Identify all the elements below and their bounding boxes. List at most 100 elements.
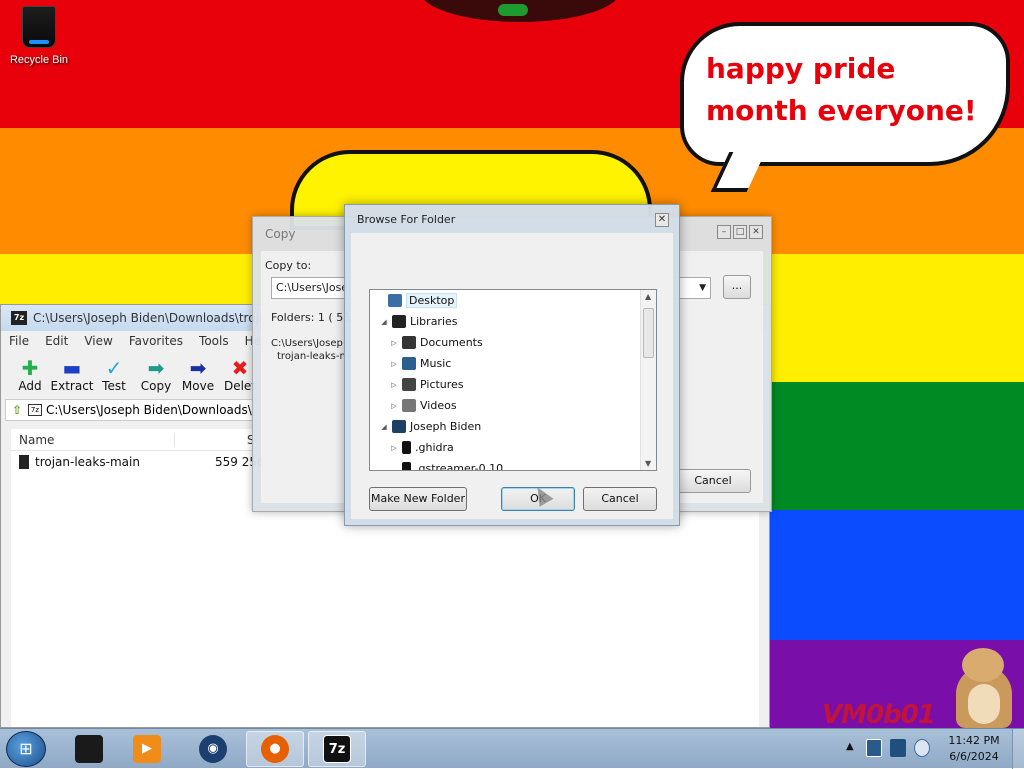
clock-date: 6/6/2024 xyxy=(949,750,999,763)
network-icon[interactable] xyxy=(890,739,906,757)
tree-twisty[interactable]: ▷ xyxy=(388,444,400,452)
tree-twisty[interactable]: ▷ xyxy=(388,360,400,368)
taskbar-item-media-player[interactable]: ▶ xyxy=(118,731,176,767)
tree-item-documents[interactable]: ▷ Documents xyxy=(388,332,483,353)
tree-item-label: Videos xyxy=(420,399,457,412)
copy-window-buttons: – □ ✕ xyxy=(717,225,763,239)
desktop: Recycle Bin happy pride month everyone! … xyxy=(0,0,1024,728)
security-shield-icon[interactable] xyxy=(866,739,882,757)
extract-button[interactable]: ▬ Extract xyxy=(50,351,94,399)
tree-item-label: Joseph Biden xyxy=(410,420,482,433)
tree-twisty[interactable]: ▷ xyxy=(388,339,400,347)
browse-for-folder-dialog: Browse For Folder ✕ Desktop ◢ Libraries … xyxy=(344,204,680,526)
music-icon xyxy=(402,357,416,370)
watermark-text: VM0b01 xyxy=(822,700,936,728)
taskbar: ⊞ ▶ ◉ ● 7z ▲ 11:42 PM 6/6/2024 xyxy=(0,728,1024,769)
copy-label: Copy xyxy=(140,379,172,393)
tree-item-label: .ghidra xyxy=(415,441,454,454)
tree-twisty[interactable]: ◢ xyxy=(378,318,390,326)
copy-button[interactable]: ➡ Copy xyxy=(135,351,177,399)
menu-favorites[interactable]: Favorites xyxy=(129,334,183,348)
chevron-down-icon[interactable]: ▼ xyxy=(699,278,706,298)
7zip-icon: 7z xyxy=(323,735,351,763)
tree-item-videos[interactable]: ▷ Videos xyxy=(388,395,457,416)
globe-icon: ◉ xyxy=(199,735,227,763)
folder-icon xyxy=(75,735,103,763)
recycle-bin-icon xyxy=(22,6,56,48)
taskbar-item-explorer[interactable] xyxy=(60,731,118,767)
menu-view[interactable]: View xyxy=(84,334,112,348)
scrollbar-thumb[interactable] xyxy=(643,308,654,358)
copy-to-label: Copy to: xyxy=(265,259,312,272)
show-desktop-button[interactable] xyxy=(1012,729,1024,769)
tree-item-label: Music xyxy=(420,357,452,370)
tree-twisty[interactable]: ◢ xyxy=(378,423,390,431)
taskbar-item-firefox[interactable]: ● xyxy=(246,731,304,767)
column-name[interactable]: Name xyxy=(19,432,175,447)
checkmark-icon: ✓ xyxy=(105,356,123,380)
file-name: trojan-leaks-main xyxy=(35,455,140,469)
7zip-folder-icon: 7z xyxy=(28,404,42,416)
taskbar-item-globe[interactable]: ◉ xyxy=(184,731,242,767)
tree-item-pictures[interactable]: ▷ Pictures xyxy=(388,374,464,395)
tree-scrollbar[interactable]: ▲ ▼ xyxy=(640,290,656,470)
scroll-up-icon[interactable]: ▲ xyxy=(645,292,651,301)
videos-icon xyxy=(402,399,416,412)
add-button[interactable]: ✚ Add xyxy=(9,351,51,399)
7zip-app-icon: 7z xyxy=(11,311,27,325)
7zip-title: C:\Users\Joseph Biden\Downloads\trojan xyxy=(33,311,274,325)
scroll-down-icon[interactable]: ▼ xyxy=(645,459,651,468)
tree-item-label: .gstreamer-0.10 xyxy=(415,462,504,471)
folder-tree[interactable]: Desktop ◢ Libraries ▷ Documents ▷ Music … xyxy=(369,289,657,471)
plus-icon: ✚ xyxy=(21,356,39,380)
move-button[interactable]: ➡ Move xyxy=(177,351,219,399)
close-icon[interactable]: ✕ xyxy=(749,225,763,239)
firefox-icon: ● xyxy=(261,735,289,763)
tree-item-gstreamer[interactable]: .gstreamer-0.10 xyxy=(388,458,504,471)
tree-item-joseph-biden[interactable]: ◢ Joseph Biden xyxy=(378,416,481,437)
source-path: C:\Users\Josep trojan-leaks-ma xyxy=(271,337,355,363)
test-button[interactable]: ✓ Test xyxy=(93,351,135,399)
recycle-bin-label: Recycle Bin xyxy=(9,54,69,66)
start-button[interactable]: ⊞ xyxy=(6,731,46,767)
clock-time: 11:42 PM xyxy=(948,734,1000,747)
tree-twisty[interactable]: ▷ xyxy=(388,402,400,410)
minimize-icon[interactable]: – xyxy=(717,225,731,239)
tree-twisty[interactable]: ▷ xyxy=(388,381,400,389)
documents-icon xyxy=(402,336,416,349)
folder-icon xyxy=(19,455,29,469)
make-new-folder-button[interactable]: Make New Folder xyxy=(369,487,467,511)
up-folder-icon[interactable]: ⇧ xyxy=(6,403,28,417)
hamster-image xyxy=(948,648,1018,728)
desktop-icon xyxy=(388,294,402,307)
copy-cancel-button[interactable]: Cancel xyxy=(675,469,751,493)
maximize-icon[interactable]: □ xyxy=(733,225,747,239)
volume-icon[interactable] xyxy=(914,739,930,757)
user-folder-icon xyxy=(392,420,406,433)
folders-info: Folders: 1 ( 55 xyxy=(271,311,351,324)
tree-item-ghidra[interactable]: ▷ .ghidra xyxy=(388,437,454,458)
move-arrow-icon: ➡ xyxy=(189,356,207,380)
menu-file[interactable]: File xyxy=(9,334,29,348)
tree-item-desktop[interactable]: Desktop xyxy=(374,290,458,311)
media-player-icon: ▶ xyxy=(133,735,161,763)
extract-label: Extract xyxy=(50,379,94,393)
folder-icon xyxy=(402,462,411,470)
browse-button[interactable]: ... xyxy=(723,275,751,299)
libraries-icon xyxy=(392,315,406,328)
source-path-line-2: trojan-leaks-ma xyxy=(277,351,356,362)
speech-bubble-text: happy pride month everyone! xyxy=(706,52,977,127)
clock[interactable]: 11:42 PM 6/6/2024 xyxy=(940,733,1008,765)
taskbar-item-7zip[interactable]: 7z xyxy=(308,731,366,767)
tree-item-libraries[interactable]: ◢ Libraries xyxy=(378,311,458,332)
tree-item-music[interactable]: ▷ Music xyxy=(388,353,451,374)
close-icon[interactable]: ✕ xyxy=(655,213,669,227)
tree-item-label: Pictures xyxy=(420,378,464,391)
destination-value: C:\Users\Jose xyxy=(276,281,349,294)
menu-tools[interactable]: Tools xyxy=(199,334,229,348)
speech-bubble: happy pride month everyone! xyxy=(680,22,1010,192)
browse-cancel-button[interactable]: Cancel xyxy=(583,487,657,511)
menu-edit[interactable]: Edit xyxy=(45,334,68,348)
recycle-bin-shortcut[interactable]: Recycle Bin xyxy=(4,6,74,66)
show-hidden-icons-icon[interactable]: ▲ xyxy=(846,741,854,752)
